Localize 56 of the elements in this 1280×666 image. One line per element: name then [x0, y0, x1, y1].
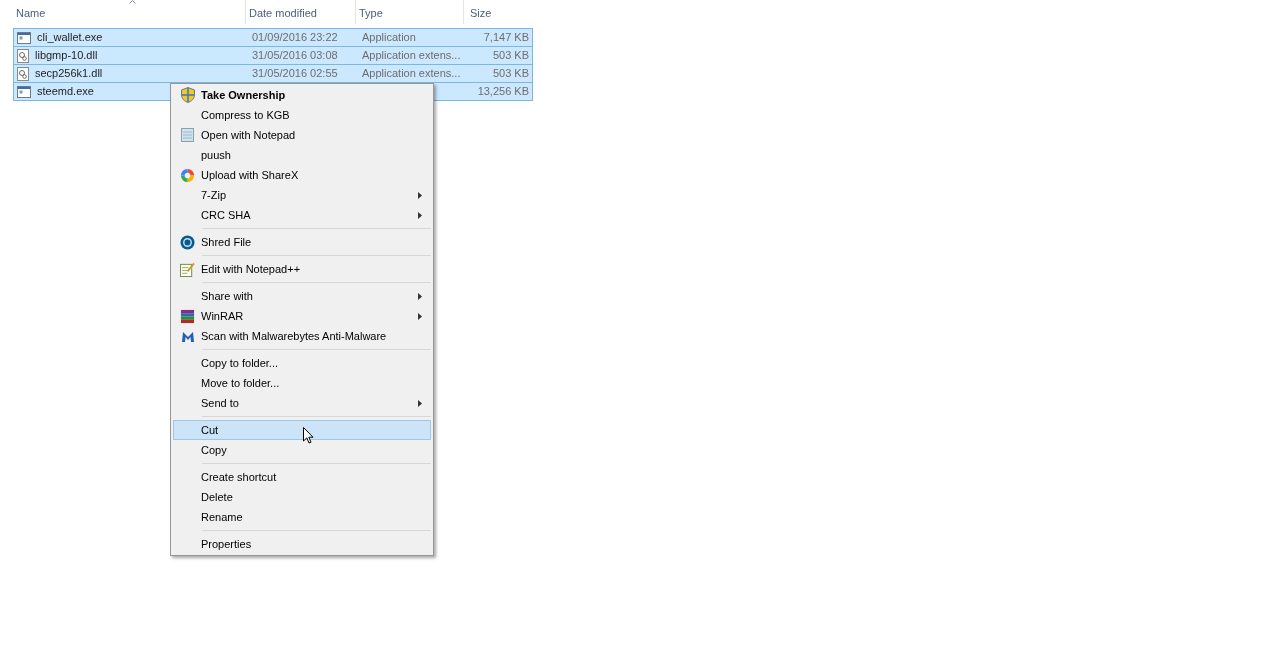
menu-item[interactable]: Copy [173, 440, 431, 460]
menu-item[interactable]: Scan with Malwarebytes Anti-Malware [173, 326, 431, 346]
mouse-pointer-icon [303, 427, 314, 444]
file-size: 503 KB [492, 48, 529, 64]
date-modified: 31/05/2016 03:08 [252, 49, 338, 62]
menu-item[interactable]: puush [173, 145, 431, 165]
edit-note-icon [180, 261, 195, 277]
file-size: 7,147 KB [483, 30, 529, 46]
date-modified: 31/05/2016 02:55 [252, 67, 338, 80]
menu-item[interactable]: CRC SHA [173, 205, 431, 225]
column-header[interactable]: Type [355, 0, 463, 24]
menu-item[interactable]: Rename [173, 507, 431, 527]
file-size: 503 KB [492, 66, 529, 82]
menu-item[interactable]: Properties [173, 534, 431, 554]
menu-item[interactable]: Create shortcut [173, 467, 431, 487]
gear-document-icon [17, 48, 29, 63]
menu-item[interactable]: Upload with ShareX [173, 165, 431, 185]
menu-item[interactable]: WinRAR [173, 306, 431, 326]
menu-item[interactable]: Take Ownership [173, 85, 431, 105]
window-icon [17, 31, 31, 44]
submenu-arrow-icon [418, 313, 422, 320]
file-type: Application [362, 31, 416, 44]
file-type: Application extens... [362, 67, 461, 80]
gear-document-icon [17, 66, 29, 81]
books-stack-icon [180, 308, 195, 324]
file-name: steemd.exe [37, 84, 94, 100]
shield-icon [180, 87, 195, 103]
submenu-arrow-icon [418, 212, 422, 219]
notepad-icon [181, 128, 194, 142]
submenu-arrow-icon [418, 400, 422, 407]
colorful-ring-icon [180, 167, 195, 183]
menu-item[interactable]: Shred File [173, 232, 431, 252]
submenu-arrow-icon [418, 293, 422, 300]
menu-item[interactable]: Share with [173, 286, 431, 306]
file-type: Application extens... [362, 49, 461, 62]
column-header[interactable]: Date modified [245, 0, 355, 24]
menu-item[interactable]: Move to folder... [173, 373, 431, 393]
menu-item[interactable]: Open with Notepad [173, 125, 431, 145]
menu-item[interactable]: Compress to KGB [173, 105, 431, 125]
file-name: cli_wallet.exe [37, 30, 103, 46]
file-name: libgmp-10.dll [35, 48, 98, 64]
file-size: 13,256 KB [477, 84, 529, 100]
menu-item[interactable]: Edit with Notepad++ [173, 259, 431, 279]
menu-item[interactable]: Cut [173, 420, 431, 440]
menu-item[interactable]: Delete [173, 487, 431, 507]
disc-icon [180, 234, 195, 250]
menu-item[interactable]: Send to [173, 393, 431, 413]
m-logo-icon [180, 329, 195, 343]
menu-item[interactable]: Copy to folder... [173, 353, 431, 373]
column-header[interactable]: Size [463, 0, 533, 24]
column-header[interactable]: Name [13, 0, 245, 24]
submenu-arrow-icon [418, 192, 422, 199]
file-name: secp256k1.dll [35, 66, 103, 82]
menu-item[interactable]: 7-Zip [173, 185, 431, 205]
window-icon [17, 85, 31, 98]
date-modified: 01/09/2016 23:22 [252, 31, 338, 44]
